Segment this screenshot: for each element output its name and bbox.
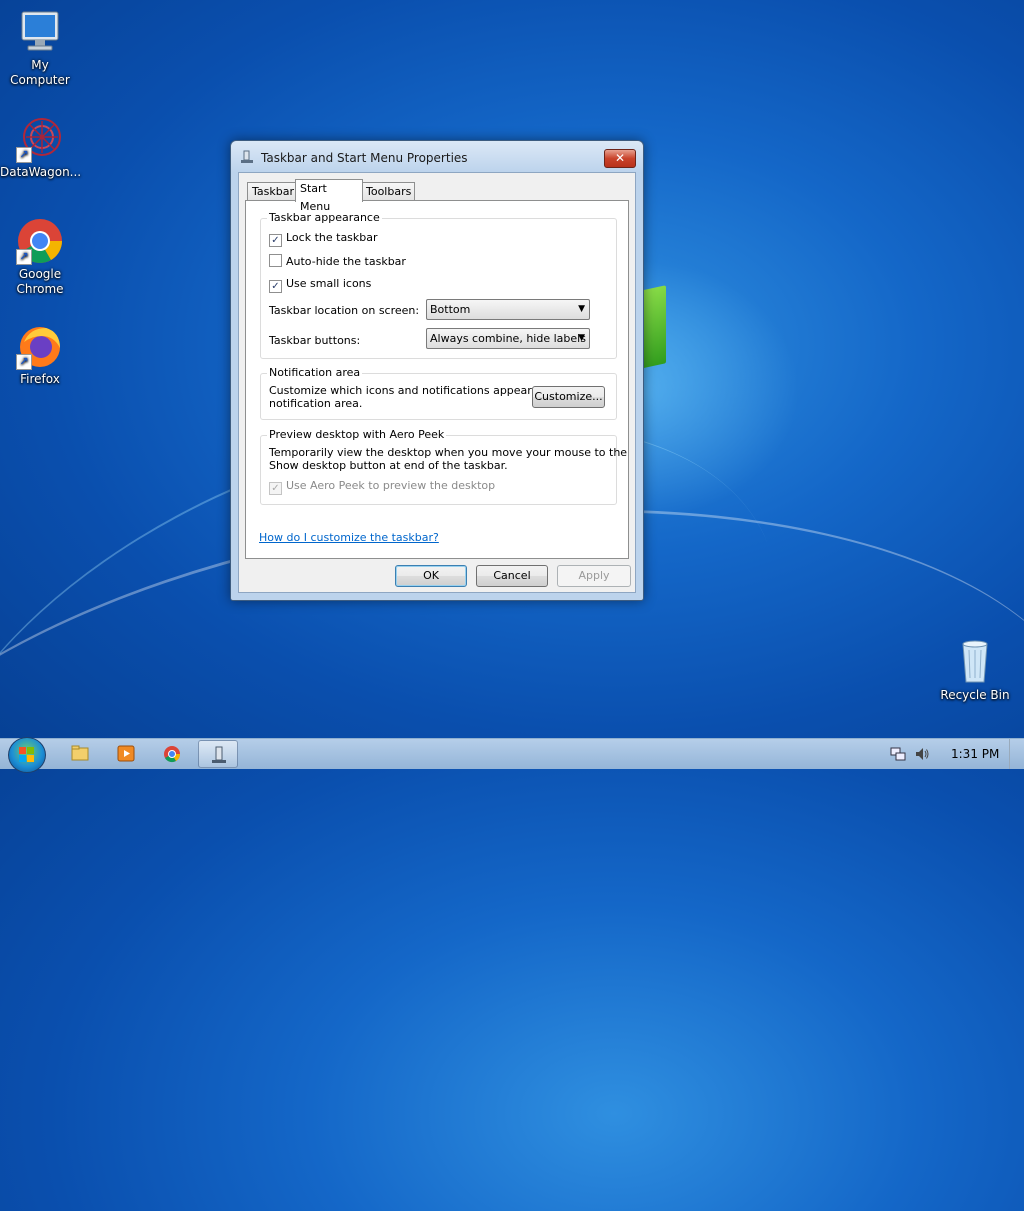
- dialog-titlebar[interactable]: Taskbar and Start Menu Properties ✕: [231, 141, 643, 173]
- desktop-icon-recycle-bin[interactable]: Recycle Bin: [935, 638, 1015, 703]
- clock[interactable]: 1:31 PM: [951, 747, 999, 761]
- recycle-bin-icon: [951, 638, 999, 686]
- checkbox-label: Use Aero Peek to preview the desktop: [286, 479, 496, 492]
- close-icon: ✕: [614, 151, 626, 165]
- dropdown-arrow-icon: ▼: [578, 304, 585, 314]
- cancel-button[interactable]: Cancel: [476, 565, 548, 587]
- checkbox-checked-icon: ✓: [269, 280, 282, 293]
- lock-taskbar-checkbox[interactable]: ✓ Lock the taskbar: [269, 231, 378, 247]
- tab-label: Start Menu: [300, 182, 331, 213]
- desktop-icon-datawagon[interactable]: ↗ DataWagon...: [0, 115, 82, 180]
- volume-icon[interactable]: [914, 746, 930, 765]
- show-desktop-button[interactable]: [1009, 739, 1024, 769]
- dialog-title: Taskbar and Start Menu Properties: [261, 151, 468, 165]
- group-notification-area: Notification area Customize which icons …: [260, 366, 617, 420]
- desktop-icon-label: My Computer: [10, 58, 70, 87]
- ok-button[interactable]: OK: [395, 565, 467, 587]
- taskbar-buttons-value: Always combine, hide labels: [430, 332, 586, 345]
- aero-peek-description-line2: Show desktop button at end of the taskba…: [269, 459, 508, 472]
- tab-toolbars[interactable]: Toolbars: [361, 182, 415, 201]
- auto-hide-checkbox[interactable]: Auto-hide the taskbar: [269, 254, 406, 268]
- desktop-icon-label: Firefox: [20, 372, 60, 386]
- tab-label: Toolbars: [366, 185, 412, 198]
- desktop-icon-label: DataWagon...: [0, 165, 82, 179]
- apply-button: Apply: [557, 565, 631, 587]
- aero-peek-checkbox: ✓ Use Aero Peek to preview the desktop: [269, 479, 495, 495]
- shortcut-arrow-icon: ↗: [16, 249, 32, 265]
- taskbar-properties-icon: [212, 746, 226, 763]
- notification-description-line2: notification area.: [269, 397, 363, 410]
- shortcut-arrow-icon: ↗: [16, 147, 32, 163]
- desktop-icon-my-computer[interactable]: My Computer: [0, 8, 80, 88]
- tab-panel: Taskbar appearance ✓ Lock the taskbar Aut…: [245, 200, 629, 559]
- network-icon[interactable]: [890, 746, 906, 765]
- chrome-icon: ↗: [16, 217, 64, 265]
- taskbar-properties-icon: [240, 150, 254, 164]
- checkbox-checked-icon: ✓: [269, 482, 282, 495]
- notification-description-line1: Customize which icons and notifications …: [269, 384, 567, 397]
- location-label: Taskbar location on screen:: [269, 304, 420, 317]
- windows-logo-icon: [19, 747, 34, 762]
- media-player-icon: [117, 745, 135, 762]
- taskbar-properties-dialog: Taskbar and Start Menu Properties ✕ Task…: [230, 140, 644, 601]
- desktop-icon-firefox[interactable]: ↗ Firefox: [0, 322, 80, 387]
- help-link[interactable]: How do I customize the taskbar?: [259, 531, 439, 544]
- checkbox-checked-icon: ✓: [269, 234, 282, 247]
- taskbar-media-player-button[interactable]: [106, 740, 146, 768]
- aero-peek-description-line1: Temporarily view the desktop when you mo…: [269, 446, 628, 459]
- tab-label: Taskbar: [252, 185, 294, 198]
- desktop-icon-label: Google Chrome: [16, 267, 64, 296]
- checkbox-label: Use small icons: [286, 277, 372, 290]
- desktop-icon-google-chrome[interactable]: ↗ Google Chrome: [0, 217, 80, 297]
- taskbar-properties-button[interactable]: [198, 740, 238, 768]
- taskbar-chrome-button[interactable]: [152, 740, 192, 768]
- checkbox-unchecked-icon: [269, 254, 282, 267]
- dialog-client-area: Taskbar Start Menu Toolbars Taskbar appe…: [238, 172, 636, 593]
- location-value: Bottom: [430, 303, 471, 316]
- computer-icon: [16, 8, 64, 56]
- checkbox-label: Auto-hide the taskbar: [286, 255, 406, 268]
- location-dropdown[interactable]: Bottom ▼: [426, 299, 590, 320]
- checkbox-label: Lock the taskbar: [286, 231, 378, 244]
- taskbar-buttons-dropdown[interactable]: Always combine, hide labels ▼: [426, 328, 590, 349]
- close-button[interactable]: ✕: [604, 149, 636, 168]
- tab-start-menu[interactable]: Start Menu: [295, 179, 363, 213]
- group-title: Notification area: [267, 366, 363, 379]
- explorer-icon: [71, 745, 89, 761]
- tab-taskbar[interactable]: Taskbar: [247, 182, 297, 201]
- group-title: Preview desktop with Aero Peek: [267, 428, 447, 441]
- small-icons-checkbox[interactable]: ✓ Use small icons: [269, 277, 371, 293]
- desktop-icon-label: Recycle Bin: [940, 688, 1010, 702]
- dropdown-arrow-icon: ▼: [578, 333, 585, 343]
- taskbar-explorer-button[interactable]: [60, 740, 100, 768]
- chrome-icon: [164, 746, 181, 763]
- firefox-icon: ↗: [16, 322, 64, 370]
- shortcut-arrow-icon: ↗: [16, 354, 32, 370]
- taskbar: 1:31 PM: [0, 737, 1024, 773]
- group-taskbar-appearance: Taskbar appearance ✓ Lock the taskbar Aut…: [260, 211, 617, 359]
- group-aero-peek: Preview desktop with Aero Peek Temporari…: [260, 428, 627, 505]
- buttons-label: Taskbar buttons:: [269, 334, 361, 347]
- customize-button[interactable]: Customize...: [532, 386, 605, 408]
- datawagon-icon: ↗: [16, 115, 64, 163]
